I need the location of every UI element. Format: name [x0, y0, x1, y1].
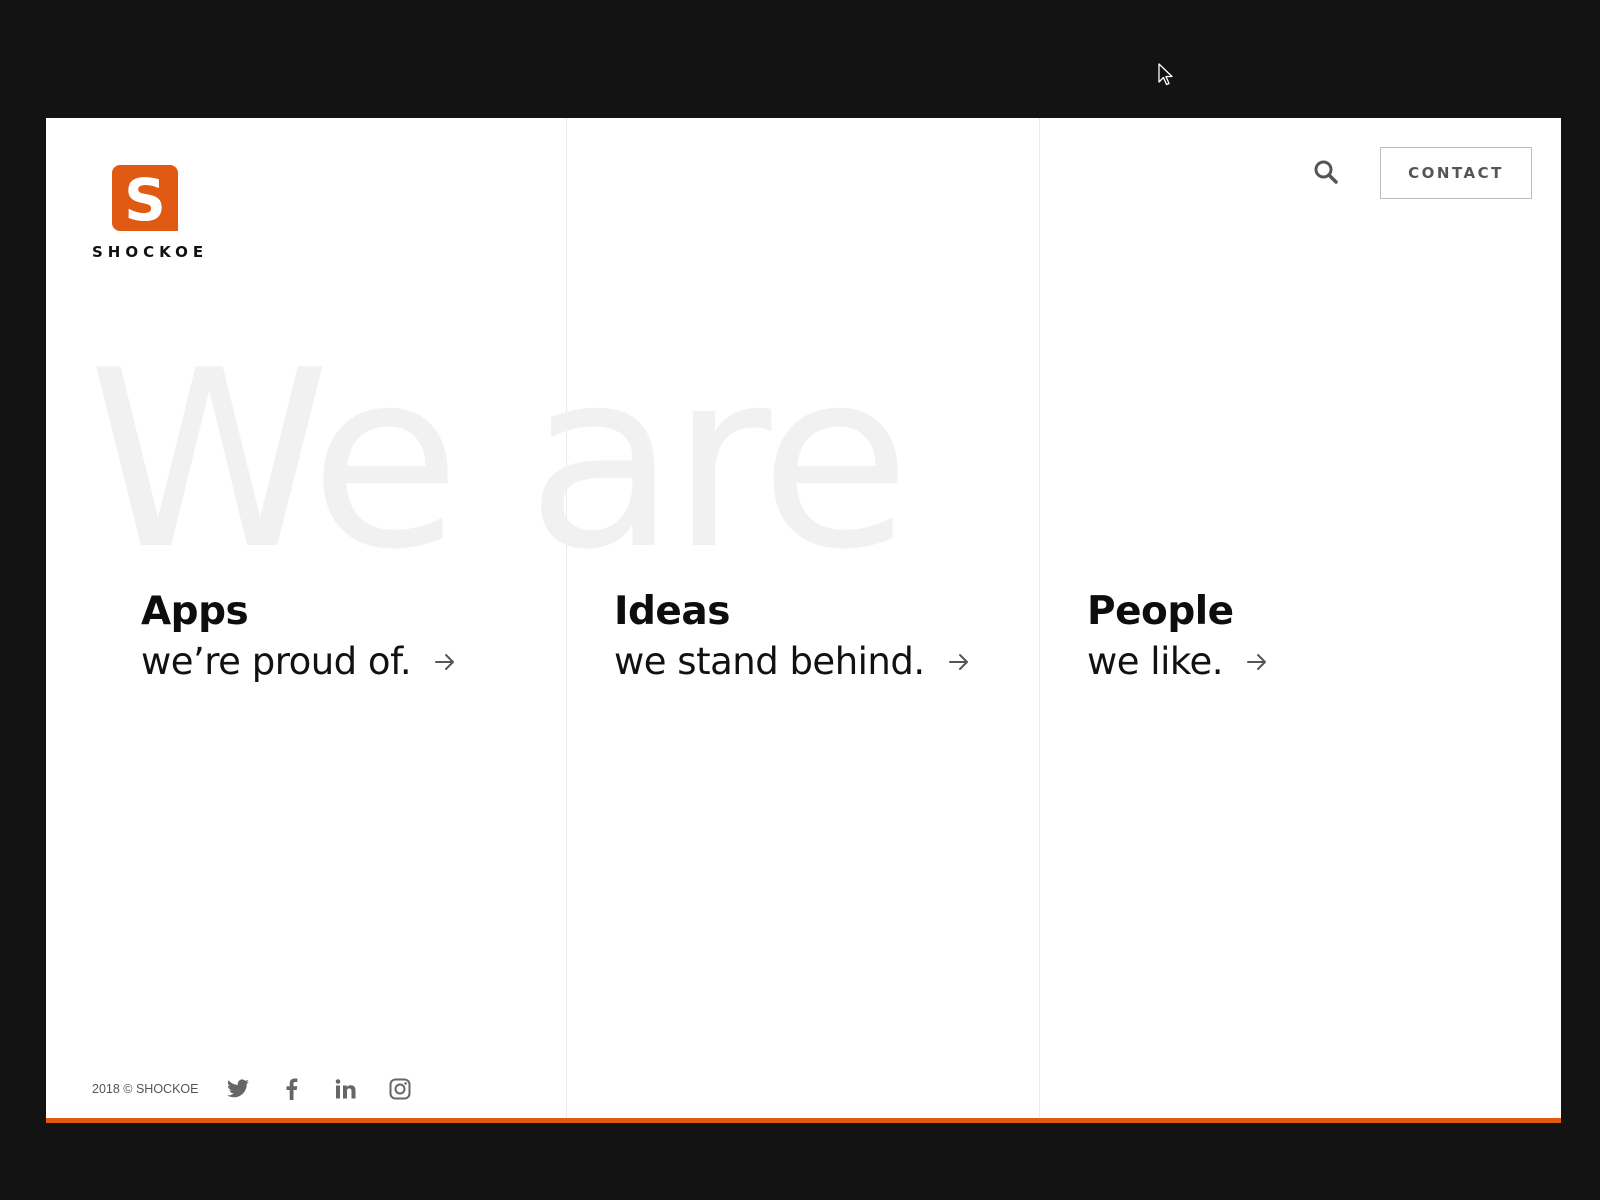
pillar-ideas-link[interactable]: Ideas we stand behind.: [614, 589, 971, 684]
pillar-subtitle-row: we like.: [1087, 639, 1269, 684]
search-icon[interactable]: [1312, 158, 1340, 186]
pillar-title: Ideas: [614, 589, 730, 634]
pillar-subtitle: we stand behind.: [614, 639, 925, 683]
linkedin-icon[interactable]: [334, 1077, 358, 1101]
facebook-icon[interactable]: [280, 1077, 304, 1101]
pillar-people-link[interactable]: People we like.: [1087, 589, 1269, 684]
pillar-subtitle: we’re proud of.: [141, 639, 412, 683]
hero-background-text: We are: [88, 318, 911, 603]
column-divider: [566, 118, 567, 1118]
shockoe-logo-icon: S: [112, 165, 178, 231]
mouse-cursor-icon: [1158, 63, 1173, 86]
pillar-subtitle: we like.: [1087, 639, 1223, 683]
pillar-subtitle-row: we stand behind.: [614, 639, 971, 684]
instagram-icon[interactable]: [388, 1077, 412, 1101]
arrow-right-icon: [1246, 654, 1266, 671]
column-divider: [1039, 118, 1040, 1118]
arrow-right-icon: [435, 654, 455, 671]
website-frame: S SHOCKOE CONTACT We are Apps we’re prou…: [46, 118, 1561, 1123]
pillar-title: Apps: [141, 589, 249, 634]
pillar-subtitle-row: we’re proud of.: [141, 639, 457, 684]
brand-wordmark: SHOCKOE: [92, 243, 209, 261]
footer: 2018 © SHOCKOE: [92, 1077, 442, 1101]
twitter-icon[interactable]: [226, 1077, 250, 1101]
pillar-title: People: [1087, 589, 1234, 634]
pillar-apps-link[interactable]: Apps we’re proud of.: [141, 589, 457, 684]
arrow-right-icon: [948, 654, 968, 671]
brand-logo[interactable]: S SHOCKOE: [92, 165, 209, 261]
logo-letter: S: [124, 166, 166, 231]
copyright-text: 2018 © SHOCKOE: [92, 1082, 199, 1096]
footer-accent-bar: [46, 1118, 1561, 1123]
contact-button[interactable]: CONTACT: [1380, 147, 1532, 199]
